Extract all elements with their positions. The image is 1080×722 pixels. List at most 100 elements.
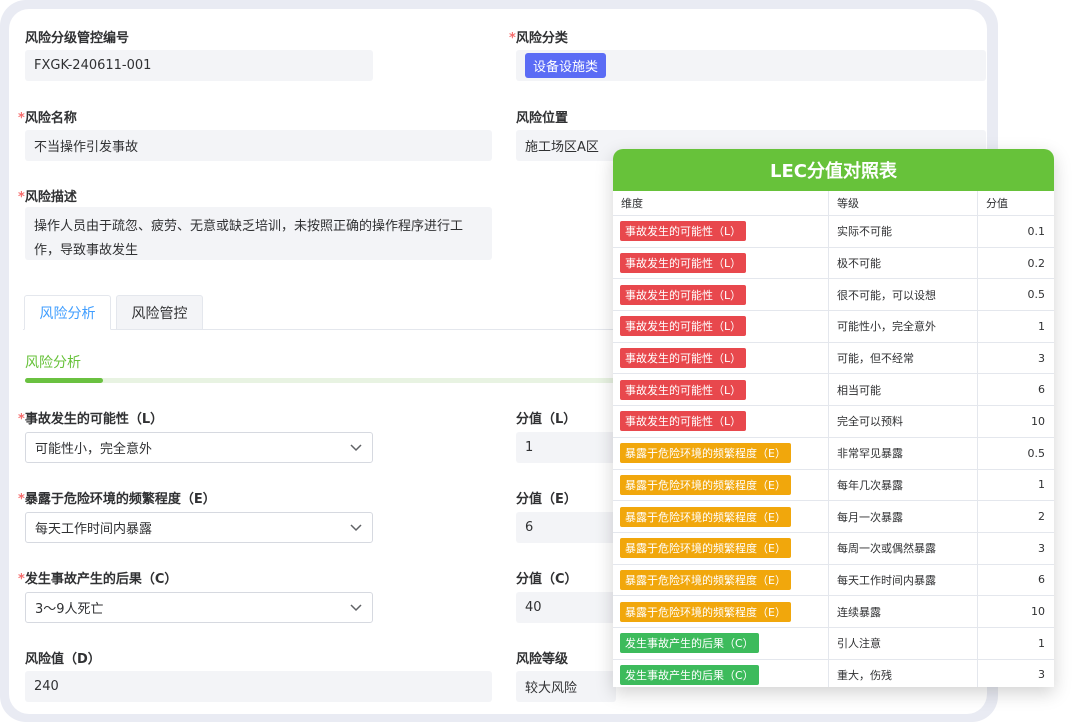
code-label: 风险分级管控编号: [25, 31, 130, 46]
cell-score: 0.5: [1027, 446, 1046, 460]
header-score: 分值: [986, 197, 1008, 210]
cell-dimension: 暴露于危险环境的频繁程度（E）: [613, 532, 829, 564]
e-label: *暴露于危险环境的频繁程度（E）: [18, 492, 216, 507]
required-mark: *: [18, 492, 25, 507]
level-field[interactable]: 较大风险: [516, 671, 616, 702]
cell-level: 重大，伤残: [829, 659, 978, 687]
lec-table-title: LEC分值对照表: [613, 149, 1054, 191]
table-row: 事故发生的可能性（L） 可能性小，完全意外 1: [613, 311, 1054, 343]
cell-dimension: 事故发生的可能性（L）: [613, 216, 829, 247]
cell-dimension: 事故发生的可能性（L）: [613, 279, 829, 311]
cell-level: 相当可能: [829, 374, 978, 406]
table-row: 暴露于危险环境的频繁程度（E） 每年几次暴露 1: [613, 469, 1054, 502]
cell-score: 6: [1038, 573, 1045, 587]
cell-score: 0.1: [1027, 224, 1046, 238]
cell-level: 每月一次暴露: [829, 501, 978, 532]
table-row: 事故发生的可能性（L） 相当可能 6: [613, 374, 1054, 407]
required-mark: *: [18, 190, 25, 205]
e-select[interactable]: 每天工作时间内暴露: [25, 512, 373, 543]
chevron-down-icon: [350, 443, 362, 451]
header-dimension: 维度: [613, 191, 829, 215]
cell-dimension: 事故发生的可能性（L）: [613, 374, 829, 406]
section-progress-fill: [25, 378, 103, 383]
table-row: 暴露于危险环境的频繁程度（E） 连续暴露 10: [613, 596, 1054, 628]
l-score-field[interactable]: 1: [516, 432, 616, 463]
cell-level: 每年几次暴露: [829, 469, 978, 501]
e-score-field[interactable]: 6: [516, 512, 616, 543]
category-label: *风险分类: [509, 31, 568, 46]
cell-level: 非常罕见暴露: [829, 437, 978, 469]
level-label: 风险等级: [516, 652, 569, 667]
required-mark: *: [509, 31, 516, 46]
dimension-tag: 发生事故产生的后果（C）: [620, 664, 759, 685]
cell-dimension: 暴露于危险环境的频繁程度（E）: [613, 596, 829, 627]
code-value: FXGK-240611-001: [34, 58, 152, 73]
dimension-tag: 暴露于危险环境的频繁程度（E）: [620, 569, 791, 590]
dimension-tag: 暴露于危险环境的频繁程度（E）: [620, 506, 791, 527]
tab-risk-control[interactable]: 风险管控: [116, 295, 203, 330]
cell-score: 3: [1038, 351, 1045, 365]
table-row: 事故发生的可能性（L） 完全可以预料 10: [613, 406, 1054, 438]
cell-score: 2: [1038, 510, 1045, 524]
tab-risk-analysis[interactable]: 风险分析: [24, 295, 111, 330]
c-score-field[interactable]: 40: [516, 592, 616, 623]
table-row: 暴露于危险环境的频繁程度（E） 每周一次或偶然暴露 3: [613, 532, 1054, 565]
category-field[interactable]: 设备设施类: [516, 50, 986, 81]
cell-level: 实际不可能: [829, 216, 978, 247]
e-score-label: 分值（E）: [516, 492, 577, 507]
desc-label: *风险描述: [18, 190, 77, 205]
cell-dimension: 发生事故产生的后果（C）: [613, 627, 829, 659]
cell-level: 可能性小，完全意外: [829, 311, 978, 342]
l-select[interactable]: 可能性小，完全意外: [25, 432, 373, 463]
desc-value: 操作人员由于疏忽、疲劳、无意或缺乏培训，未按照正确的操作程序进行工作，导致事故发…: [34, 219, 464, 258]
cell-level: 引人注意: [829, 627, 978, 659]
cell-dimension: 事故发生的可能性（L）: [613, 247, 829, 279]
cell-dimension: 事故发生的可能性（L）: [613, 406, 829, 437]
chevron-down-icon: [350, 523, 362, 531]
level-value: 较大风险: [525, 681, 578, 696]
section-title: 风险分析: [25, 355, 81, 371]
section-progress: [25, 378, 625, 383]
dimension-tag: 事故发生的可能性（L）: [620, 221, 747, 242]
d-field[interactable]: 240: [25, 671, 492, 702]
cell-dimension: 事故发生的可能性（L）: [613, 311, 829, 342]
dimension-tag: 暴露于危险环境的频繁程度（E）: [620, 538, 791, 559]
desc-field[interactable]: 操作人员由于疏忽、疲劳、无意或缺乏培训，未按照正确的操作程序进行工作，导致事故发…: [25, 207, 492, 260]
code-field[interactable]: FXGK-240611-001: [25, 50, 373, 81]
l-score-value: 1: [525, 440, 534, 455]
lec-table-panel: LEC分值对照表 维度 等级 分值 事故发生的可能性（L） 实际不可能 0.1 事故发…: [613, 149, 1054, 687]
cell-score: 10: [1031, 414, 1045, 428]
cell-level: 每天工作时间内暴露: [829, 564, 978, 596]
e-score-value: 6: [525, 520, 534, 535]
dimension-tag: 暴露于危险环境的频繁程度（E）: [620, 601, 791, 622]
cell-dimension: 事故发生的可能性（L）: [613, 342, 829, 374]
l-select-value: 可能性小，完全意外: [35, 442, 153, 457]
name-field[interactable]: 不当操作引发事故: [25, 130, 492, 161]
chevron-down-icon: [350, 603, 362, 611]
c-score-value: 40: [525, 600, 542, 615]
required-mark: *: [18, 572, 25, 587]
cell-level: 完全可以预料: [829, 406, 978, 437]
e-select-value: 每天工作时间内暴露: [35, 522, 153, 537]
cell-dimension: 暴露于危险环境的频繁程度（E）: [613, 437, 829, 469]
location-label: 风险位置: [516, 111, 569, 126]
dimension-tag: 事故发生的可能性（L）: [620, 348, 747, 369]
table-row: 发生事故产生的后果（C） 重大，伤残 3: [613, 659, 1054, 687]
name-label: *风险名称: [18, 111, 77, 126]
cell-level: 可能，但不经常: [829, 342, 978, 374]
table-row: 暴露于危险环境的频繁程度（E） 每月一次暴露 2: [613, 501, 1054, 533]
dimension-tag: 暴露于危险环境的频繁程度（E）: [620, 443, 791, 464]
cell-dimension: 暴露于危险环境的频繁程度（E）: [613, 501, 829, 532]
cell-level: 每周一次或偶然暴露: [829, 532, 978, 564]
header-level: 等级: [829, 191, 978, 215]
cell-score: 1: [1038, 319, 1045, 333]
cell-score: 10: [1031, 605, 1045, 619]
table-row: 暴露于危险环境的频繁程度（E） 每天工作时间内暴露 6: [613, 564, 1054, 597]
dimension-tag: 暴露于危险环境的频繁程度（E）: [620, 474, 791, 495]
l-label: *事故发生的可能性（L）: [18, 412, 164, 427]
dimension-tag: 事故发生的可能性（L）: [620, 316, 747, 337]
table-row: 事故发生的可能性（L） 可能，但不经常 3: [613, 342, 1054, 375]
c-select[interactable]: 3～9人死亡: [25, 592, 373, 623]
table-row: 事故发生的可能性（L） 很不可能，可以设想 0.5: [613, 279, 1054, 312]
cell-score: 3: [1038, 668, 1045, 682]
